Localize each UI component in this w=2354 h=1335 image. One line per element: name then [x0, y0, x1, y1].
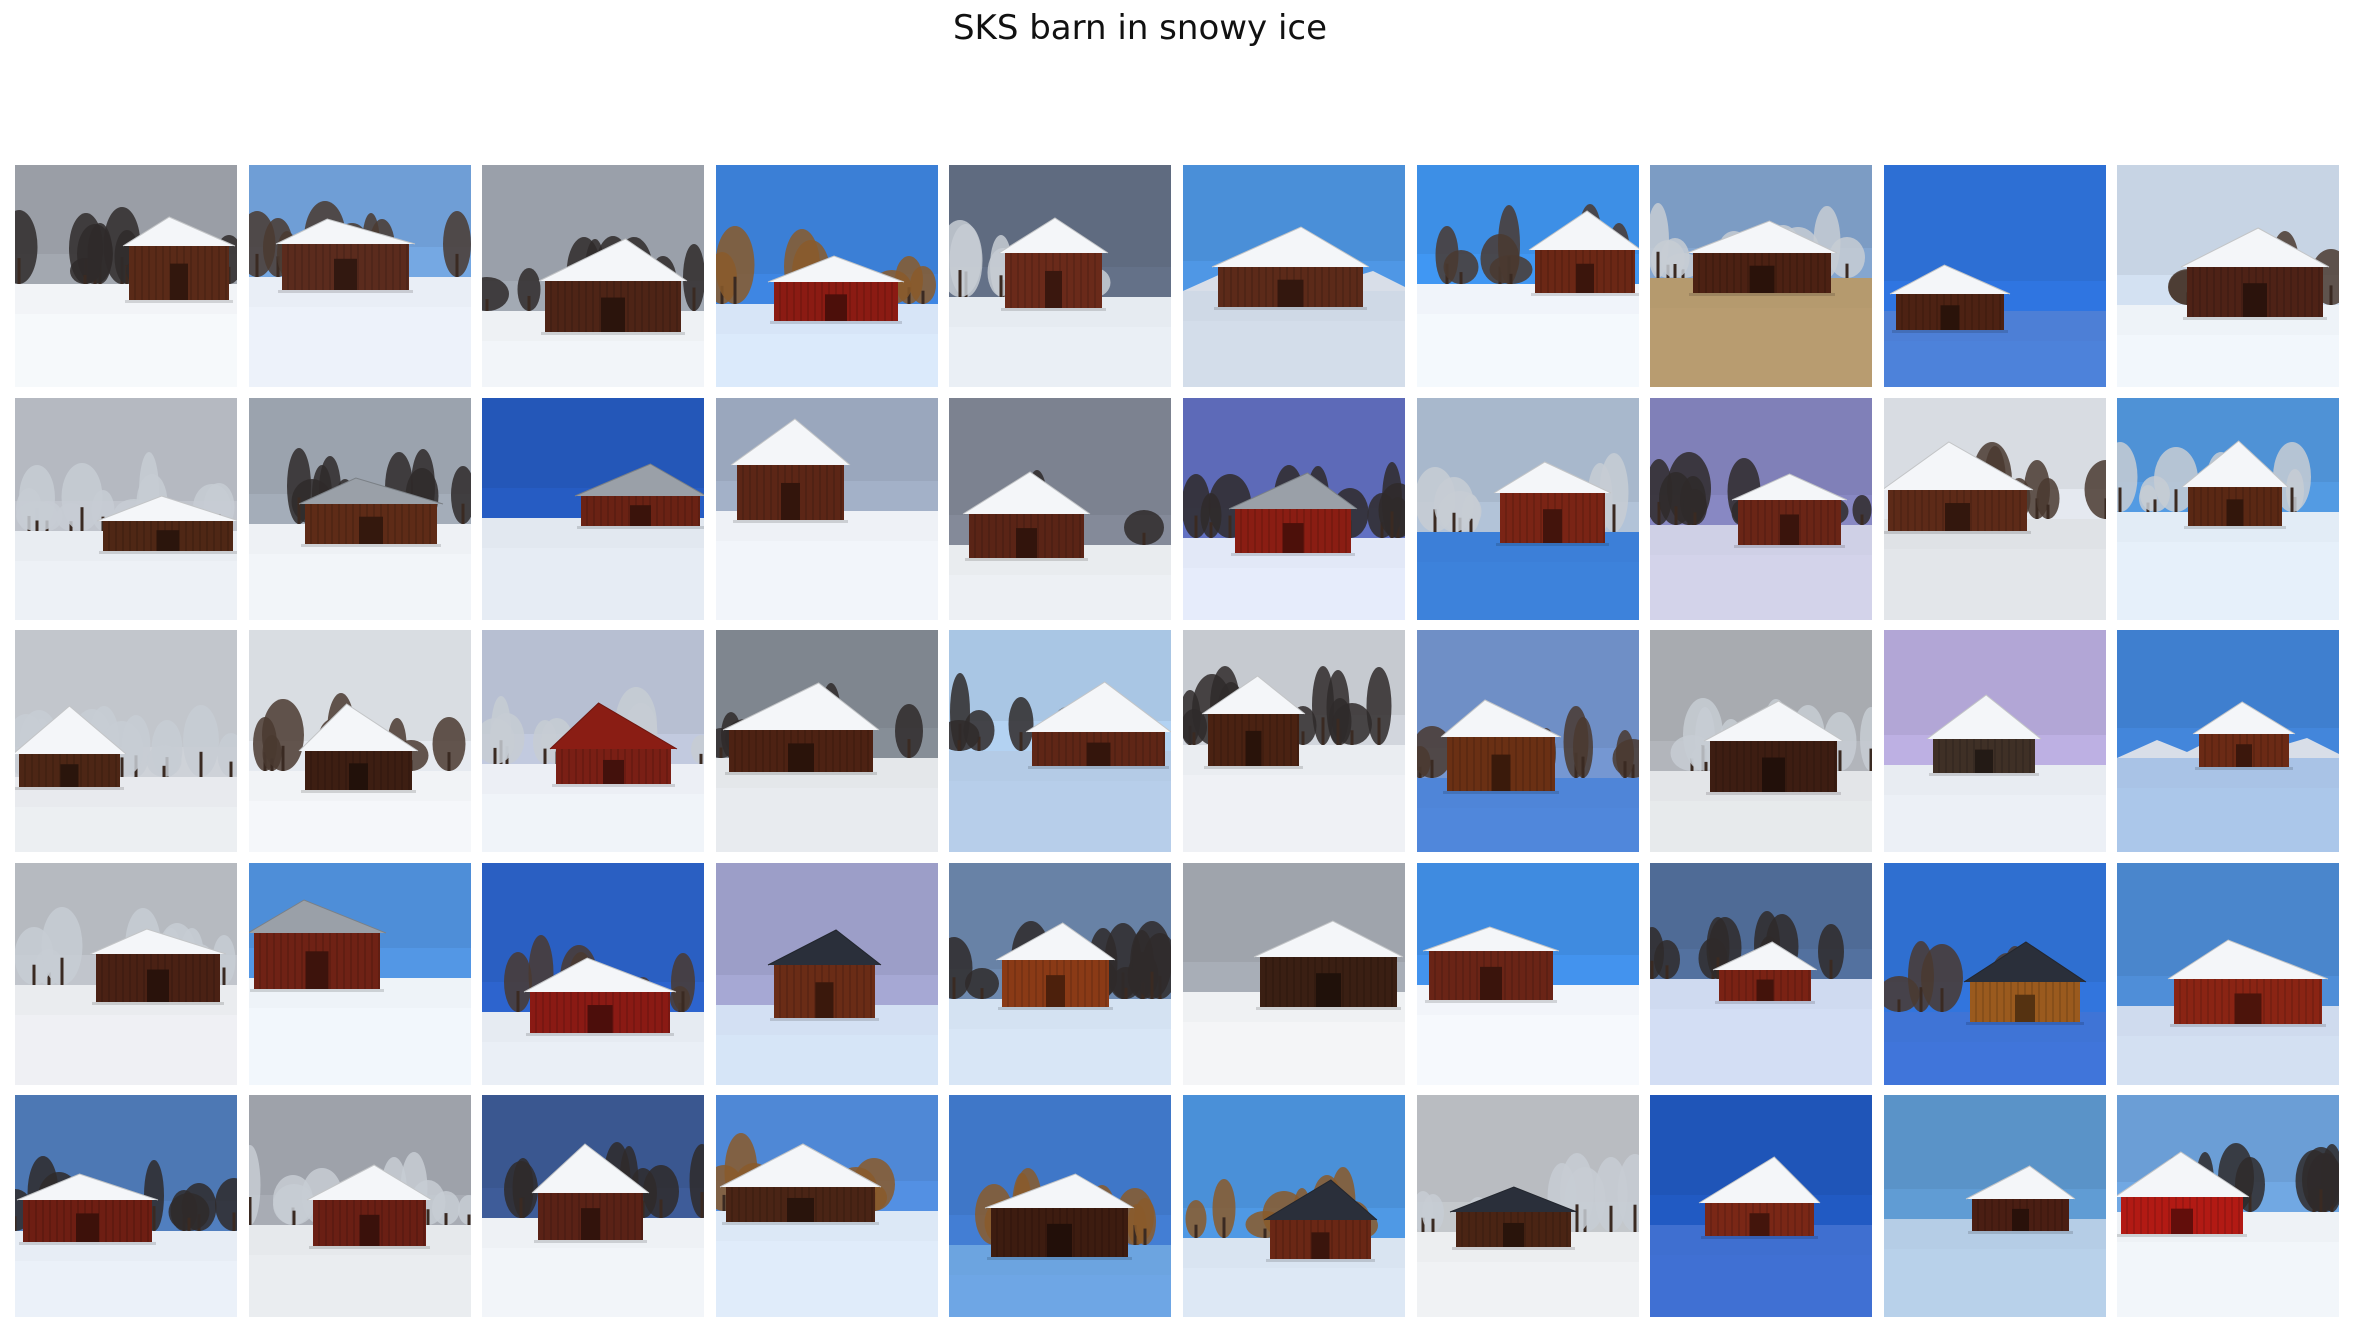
- barn-photo: [1182, 165, 1405, 387]
- barn-photo: [15, 1095, 237, 1317]
- barn-photo: [715, 630, 938, 852]
- barn-photo: [1650, 397, 1873, 620]
- barn-photo: [248, 862, 471, 1085]
- barn-photo: [949, 1095, 1172, 1317]
- barn-photo: [1650, 862, 1873, 1085]
- image-grid: [15, 165, 2340, 1317]
- barn-photo: [1883, 165, 2106, 387]
- barn-photo: [715, 862, 938, 1085]
- barn-photo: [482, 397, 705, 620]
- barn-photo: [1883, 1095, 2106, 1317]
- barn-photo: [949, 630, 1172, 852]
- barn-photo: [1416, 397, 1639, 620]
- barn-photo: [1416, 165, 1639, 387]
- barn-photo: [1182, 862, 1405, 1085]
- barn-photo: [1883, 862, 2106, 1085]
- barn-photo: [2117, 165, 2340, 387]
- barn-photo: [2117, 397, 2340, 620]
- figure-title: SKS barn in snowy ice: [952, 8, 1328, 48]
- barn-photo: [715, 165, 938, 387]
- barn-photo: [1416, 862, 1639, 1085]
- barn-photo: [1883, 397, 2106, 620]
- barn-photo: [2117, 862, 2340, 1085]
- barn-photo: [1416, 1095, 1639, 1317]
- barn-photo: [15, 397, 237, 620]
- barn-photo: [248, 397, 471, 620]
- barn-photo: [1182, 397, 1405, 620]
- barn-photo: [715, 1095, 938, 1317]
- barn-photo: [1182, 1095, 1405, 1317]
- barn-photo: [482, 165, 705, 387]
- barn-photo: [248, 165, 471, 387]
- barn-photo: [15, 165, 237, 387]
- barn-photo: [949, 165, 1172, 387]
- barn-photo: [715, 397, 938, 620]
- barn-photo: [1182, 630, 1405, 852]
- barn-photo: [949, 862, 1172, 1085]
- barn-photo: [1650, 1095, 1873, 1317]
- barn-photo: [248, 630, 471, 852]
- barn-photo: [949, 397, 1172, 620]
- barn-photo: [482, 862, 705, 1085]
- barn-photo: [1650, 630, 1873, 852]
- barn-photo: [248, 1095, 471, 1317]
- barn-photo: [15, 862, 237, 1085]
- barn-photo: [2117, 630, 2340, 852]
- barn-photo: [482, 1095, 705, 1317]
- barn-photo: [2117, 1095, 2340, 1317]
- barn-photo: [15, 630, 237, 852]
- barn-photo: [482, 630, 705, 852]
- barn-photo: [1650, 165, 1873, 387]
- barn-photo: [1883, 630, 2106, 852]
- barn-photo: [1416, 630, 1639, 852]
